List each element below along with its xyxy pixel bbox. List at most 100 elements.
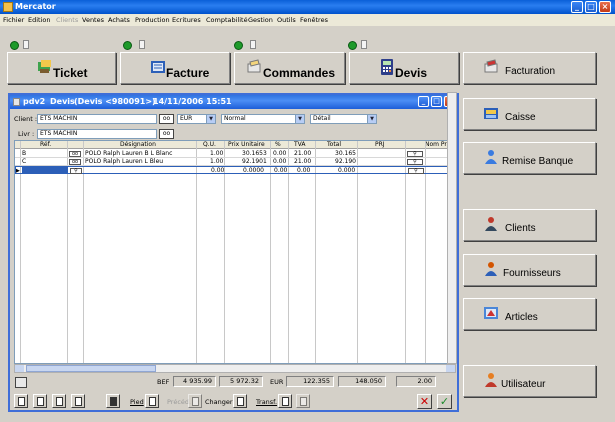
caisse-button[interactable]: Caisse xyxy=(463,98,596,130)
menu-edition[interactable]: Edition xyxy=(28,16,51,24)
facturation-icon xyxy=(484,59,498,73)
link-icon[interactable]: oo xyxy=(69,159,81,165)
clients-button[interactable]: Clients xyxy=(463,209,596,241)
grid-divider xyxy=(20,141,21,363)
lines-grid[interactable]: Réf. Désignation Q.U. Prix Unitaire % TV… xyxy=(14,140,456,364)
page-icon[interactable] xyxy=(23,40,29,49)
calculator-icon[interactable] xyxy=(15,377,27,388)
remise-banque-button[interactable]: Remise Banque xyxy=(463,142,596,174)
commandes-icon xyxy=(247,59,261,73)
search-icon[interactable]: ⚲ xyxy=(408,168,424,174)
tarif-select[interactable]: Normal ▼ xyxy=(221,114,305,124)
client-field[interactable]: ETS MACHIN xyxy=(37,114,157,124)
changer-button[interactable] xyxy=(233,394,247,408)
close-button[interactable]: × xyxy=(599,1,611,13)
devis-window: pdv2 Devis (Devis <980091>) 14/11/2006 1… xyxy=(8,93,459,412)
mode-select[interactable]: Détail ▼ xyxy=(310,114,377,124)
col-prix: Prix Unitaire xyxy=(228,141,265,148)
new-commande-icon[interactable] xyxy=(234,41,243,50)
menu-clients[interactable]: Clients xyxy=(56,16,78,24)
document-options-button[interactable] xyxy=(71,394,85,408)
transfert-button[interactable] xyxy=(278,394,292,408)
page-icon[interactable] xyxy=(139,40,145,49)
livr-field[interactable]: ETS MACHIN xyxy=(37,129,157,139)
client-label: Client : xyxy=(14,115,38,123)
new-ticket-icon[interactable] xyxy=(10,41,19,50)
search-icon[interactable]: ⚲ xyxy=(407,151,423,157)
table-row[interactable]: C oo POLO Ralph Lauren L Bleu 1.00 92.19… xyxy=(15,158,455,166)
menu-production[interactable]: Production xyxy=(135,16,170,24)
page-icon[interactable] xyxy=(250,40,256,49)
col-qu: Q.U. xyxy=(203,141,216,148)
eur-total-ht: 122.355 xyxy=(286,376,334,387)
scroll-left-icon[interactable] xyxy=(15,365,24,372)
inner-minimize-button[interactable]: _ xyxy=(418,96,429,107)
maximize-button[interactable]: □ xyxy=(585,1,597,13)
grid-divider xyxy=(425,141,426,363)
currency-select[interactable]: EUR ▼ xyxy=(177,114,216,124)
col-pct: % xyxy=(275,141,281,148)
vertical-scrollbar[interactable] xyxy=(447,92,457,364)
window-name: pdv2 xyxy=(23,97,46,106)
grid-divider xyxy=(196,141,197,363)
clients-icon xyxy=(485,217,497,231)
phone-icon[interactable] xyxy=(106,394,120,408)
document-button[interactable] xyxy=(52,394,66,408)
changer-label[interactable]: Changer xyxy=(205,398,233,406)
menu-fichier[interactable]: Fichier xyxy=(3,16,24,24)
grid-divider xyxy=(83,141,84,363)
menu-ecritures[interactable]: Ecritures xyxy=(172,16,201,24)
table-row[interactable]: B oo POLO Ralph Lauren B L Blanc 1.00 30… xyxy=(15,150,455,158)
pied-button[interactable] xyxy=(145,394,159,408)
scroll-thumb[interactable] xyxy=(26,365,156,372)
disabled-button[interactable] xyxy=(296,394,310,408)
page-icon[interactable] xyxy=(361,40,367,49)
pied-link[interactable]: Pied xyxy=(130,398,144,406)
chevron-down-icon: ▼ xyxy=(295,115,304,123)
col-tva: TVA xyxy=(294,141,306,148)
ticket-button[interactable]: Ticket xyxy=(7,52,116,84)
eur-total-ttc: 148.050 xyxy=(338,376,386,387)
facturation-button[interactable]: Facturation xyxy=(463,52,596,84)
livr-label: Livr : xyxy=(18,130,35,138)
articles-button[interactable]: Articles xyxy=(463,298,596,330)
table-row-active[interactable]: ▶ ⚲ 0.00 0.0000 0.00 0.00 0.000 ⚲ xyxy=(15,166,455,174)
link-icon[interactable]: oo xyxy=(69,151,81,157)
app-icon xyxy=(3,2,13,12)
print-button[interactable] xyxy=(14,394,28,408)
print-preview-button[interactable] xyxy=(33,394,47,408)
menu-achats[interactable]: Achats xyxy=(108,16,130,24)
fournisseurs-icon xyxy=(485,262,497,276)
menu-outils[interactable]: Outils xyxy=(277,16,296,24)
search-icon[interactable]: ⚲ xyxy=(70,168,82,174)
commandes-button[interactable]: Commandes xyxy=(234,52,345,84)
menu-comptabilite[interactable]: Comptabilité xyxy=(206,16,248,24)
grid-divider xyxy=(405,141,406,363)
precedent-button[interactable] xyxy=(188,394,202,408)
client-lookup-button[interactable]: oo xyxy=(159,114,174,124)
livr-lookup-button[interactable]: oo xyxy=(159,129,174,139)
fournisseurs-button[interactable]: Fournisseurs xyxy=(463,254,596,286)
menu-ventes[interactable]: Ventes xyxy=(82,16,104,24)
facture-button[interactable]: Facture xyxy=(120,52,230,84)
minimize-button[interactable]: _ xyxy=(571,1,583,13)
menu-gestion[interactable]: Gestion xyxy=(248,16,273,24)
scroll-right-icon[interactable] xyxy=(446,365,455,372)
new-devis-icon[interactable] xyxy=(348,41,357,50)
inner-maximize-button[interactable]: □ xyxy=(431,96,442,107)
devis-button[interactable]: Devis xyxy=(349,52,459,84)
bef-total-ttc: 5 972.32 xyxy=(219,376,263,387)
utilisateur-button[interactable]: Utilisateur xyxy=(463,365,596,397)
validate-button[interactable]: ✓ xyxy=(437,394,452,409)
cancel-button[interactable]: ✕ xyxy=(417,394,432,409)
horizontal-scrollbar[interactable] xyxy=(14,364,456,373)
transfert-link[interactable]: Transf. xyxy=(256,398,277,406)
search-icon[interactable]: ⚲ xyxy=(407,159,423,165)
ref-cell-selected[interactable] xyxy=(22,167,68,174)
grid-divider xyxy=(315,141,316,363)
row-pointer-icon: ▶ xyxy=(16,168,20,174)
devis-window-title-bar: pdv2 Devis (Devis <980091>) 14/11/2006 1… xyxy=(10,95,457,109)
grid-header: Réf. Désignation Q.U. Prix Unitaire % TV… xyxy=(15,141,455,149)
new-facture-icon[interactable] xyxy=(123,41,132,50)
menu-fenetres[interactable]: Fenêtres xyxy=(300,16,328,24)
